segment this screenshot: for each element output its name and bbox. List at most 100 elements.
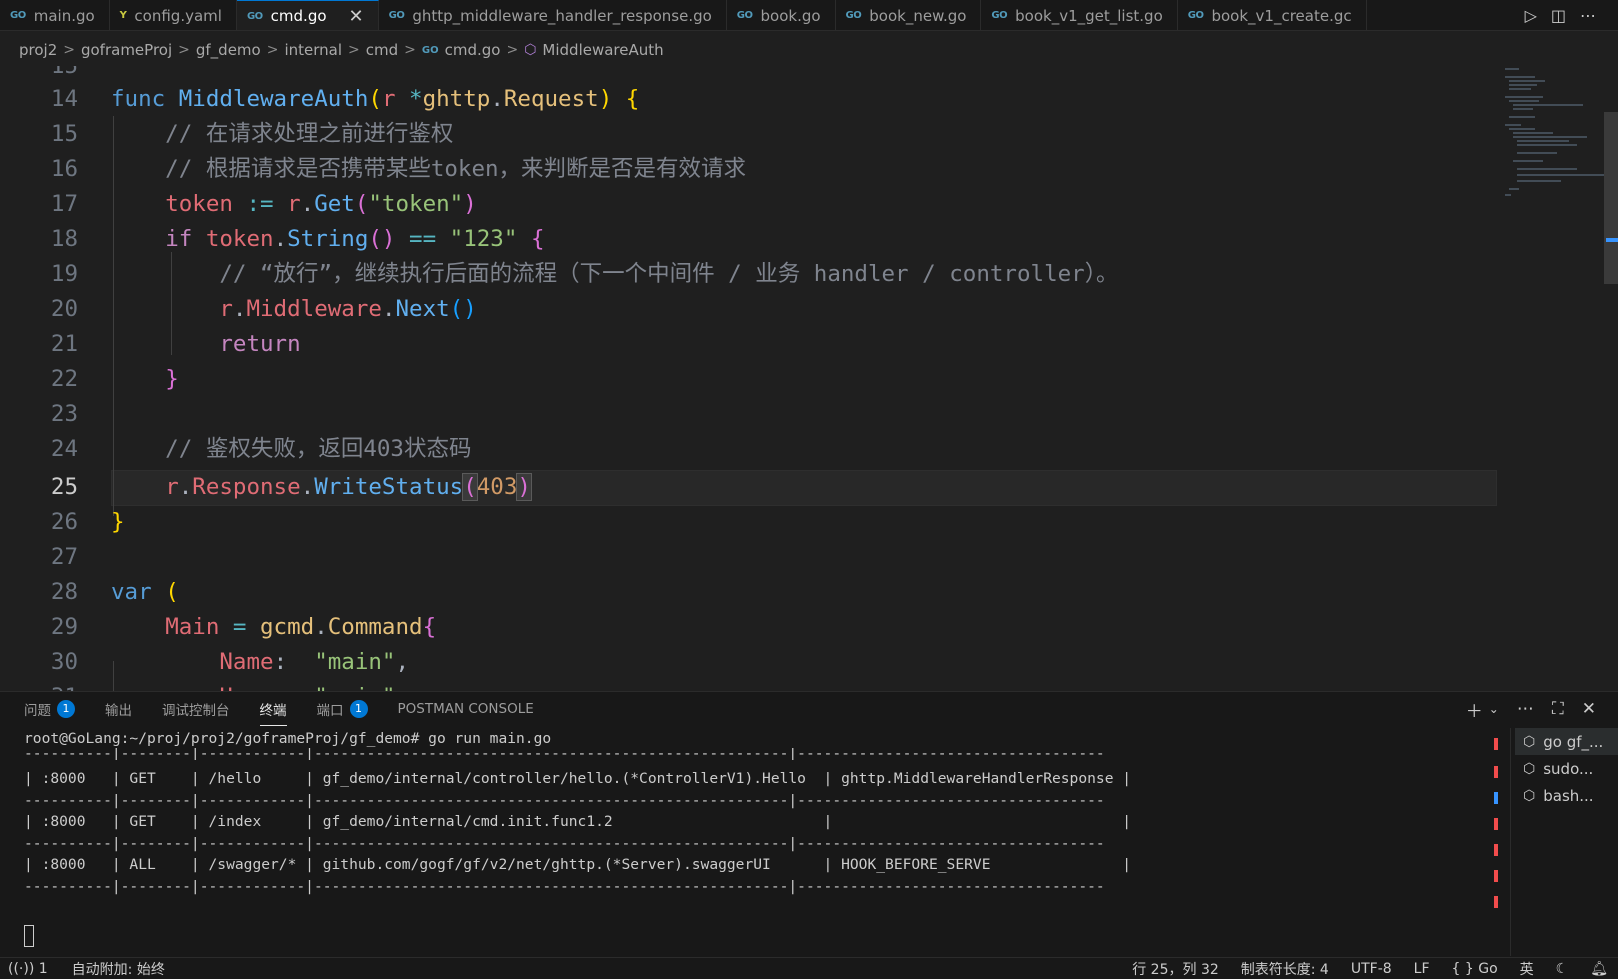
- line-number: 24: [50, 436, 78, 462]
- terminal-line: | :8000 | ALL | /swagger/* | github.com/…: [24, 856, 1132, 873]
- run-icon[interactable]: ▷: [1525, 6, 1537, 25]
- terminal-item-go[interactable]: ⬡ go gf_...: [1515, 728, 1618, 755]
- line-number: 28: [50, 579, 78, 605]
- tab-main-go[interactable]: GO main.go: [0, 0, 110, 30]
- tab-size[interactable]: 制表符长度: 4: [1241, 959, 1329, 979]
- encoding[interactable]: UTF-8: [1351, 961, 1392, 977]
- terminal-decoration: [1494, 766, 1498, 778]
- terminal-item-bash[interactable]: ⬡ bash...: [1515, 782, 1618, 809]
- input-method[interactable]: 英: [1520, 959, 1534, 979]
- status-bar: ((·)) 1 自动附加: 始终 行 25，列 32 制表符长度: 4 UTF-…: [0, 957, 1618, 979]
- breadcrumb-cmd-go[interactable]: cmd.go: [445, 41, 501, 59]
- breadcrumb-goframeproj[interactable]: goframeProj: [81, 41, 172, 59]
- ports-status[interactable]: ((·)) 1: [8, 961, 48, 977]
- more-icon[interactable]: ⋯: [1517, 699, 1534, 719]
- code-line: 29 Main = gcmd.Command{: [0, 610, 1500, 645]
- tab-cmd-go[interactable]: GO cmd.go ✕: [236, 0, 379, 30]
- terminal-cursor: [24, 925, 34, 947]
- breadcrumb-internal[interactable]: internal: [284, 41, 342, 59]
- terminal-line: ----------|--------|------------|-------…: [24, 878, 1105, 895]
- line-number: 19: [50, 261, 78, 287]
- chevron-right-icon: >: [348, 42, 360, 58]
- chevron-down-icon[interactable]: ⌄: [1489, 702, 1499, 716]
- terminal-line: | :8000 | GET | /hello | gf_demo/interna…: [24, 770, 1132, 787]
- panel-tabs: 问题 1 输出 调试控制台 终端 端口 1 POSTMAN CONSOLE: [0, 692, 564, 726]
- auto-attach-status[interactable]: 自动附加: 始终: [72, 959, 165, 979]
- tab-label: book_v1_get_list.go: [1015, 6, 1163, 25]
- tab-book-v1-create[interactable]: GO book_v1_create.gc: [1178, 0, 1367, 30]
- tab-label: book_v1_create.gc: [1211, 6, 1352, 25]
- split-editor-icon[interactable]: ◫: [1551, 6, 1566, 25]
- tab-book-go[interactable]: GO book.go: [727, 0, 836, 30]
- code-line: 15 // 在请求处理之前进行鉴权: [0, 117, 1500, 152]
- go-file-icon: GO: [10, 10, 26, 21]
- scrollbar-cursor-marker: [1606, 238, 1618, 242]
- maximize-panel-icon[interactable]: ⛶: [1552, 699, 1564, 719]
- code-line: 23: [0, 397, 1500, 432]
- breadcrumb-middlewareauth[interactable]: MiddlewareAuth: [542, 41, 663, 59]
- new-terminal-icon[interactable]: ＋: [1466, 697, 1483, 722]
- tab-book-new-go[interactable]: GO book_new.go: [836, 0, 982, 30]
- line-number: 29: [50, 614, 78, 640]
- line-ending[interactable]: LF: [1414, 961, 1430, 977]
- editor-scrollbar[interactable]: [1604, 112, 1618, 284]
- terminal-output[interactable]: root@GoLang:~/proj/proj2/goframeProj/gf_…: [24, 728, 1494, 956]
- code-line: 14 func MiddlewareAuth(r *ghttp.Request) …: [0, 82, 1500, 117]
- editor-actions: ▷ ◫ ⋯: [1468, 0, 1618, 30]
- terminal-item-sudo[interactable]: ⬡ sudo...: [1515, 755, 1618, 782]
- status-left: ((·)) 1 自动附加: 始终: [8, 958, 165, 979]
- terminal-line: root@GoLang:~/proj/proj2/goframeProj/gf_…: [24, 730, 552, 747]
- tab-label: 输出: [105, 703, 132, 719]
- code-line: 20 r.Middleware.Next(): [0, 292, 1500, 327]
- symbol-function-icon: ⬡: [524, 42, 537, 58]
- language-mode[interactable]: { } Go: [1452, 961, 1498, 977]
- tab-debug-console[interactable]: 调试控制台: [162, 692, 230, 726]
- chevron-right-icon: >: [178, 42, 190, 58]
- code-line: 24 // 鉴权失败，返回403状态码: [0, 432, 1500, 467]
- close-panel-icon[interactable]: ✕: [1582, 699, 1596, 719]
- terminal-item-label: go gf_...: [1543, 732, 1604, 751]
- tab-postman-console[interactable]: POSTMAN CONSOLE: [398, 692, 534, 726]
- chevron-right-icon: >: [506, 42, 519, 58]
- go-file-icon: GO: [736, 10, 753, 21]
- broadcast-icon: ((·)): [8, 961, 39, 977]
- tab-book-v1-get-list[interactable]: GO book_v1_get_list.go: [981, 0, 1178, 30]
- breadcrumb-cmd[interactable]: cmd: [366, 41, 398, 59]
- status-right: 行 25，列 32 制表符长度: 4 UTF-8 LF { } Go 英 ☾ 🔔…: [1132, 958, 1608, 979]
- line-number: 25: [50, 474, 78, 500]
- code-line: 18 if token.String() == "123" {: [0, 222, 1500, 257]
- cursor-position[interactable]: 行 25，列 32: [1132, 959, 1219, 979]
- line-number: 26: [50, 509, 78, 535]
- tab-ports[interactable]: 端口 1: [317, 692, 368, 726]
- terminal-decoration: [1494, 844, 1498, 856]
- tab-terminal[interactable]: 终端: [259, 692, 287, 726]
- chevron-right-icon: >: [404, 42, 416, 58]
- close-icon[interactable]: ✕: [349, 6, 364, 27]
- breadcrumb-gf-demo[interactable]: gf_demo: [196, 41, 261, 59]
- chevron-right-icon: >: [266, 42, 279, 58]
- minimap[interactable]: [1495, 66, 1607, 266]
- notification-icon[interactable]: 🔔︎: [1590, 961, 1608, 977]
- code-line: 19 // “放行”，继续执行后面的流程（下一个中间件 / 业务 handler…: [0, 257, 1500, 292]
- line-number: 20: [50, 296, 78, 322]
- tab-label: POSTMAN CONSOLE: [397, 701, 534, 717]
- tab-label: config.yaml: [134, 6, 222, 25]
- terminal-line: ----------|--------|------------|-------…: [24, 792, 1105, 809]
- chevron-right-icon: >: [63, 42, 75, 58]
- code-editor[interactable]: 15 14 func MiddlewareAuth(r *ghttp.Reques…: [0, 66, 1618, 691]
- go-file-icon: GO: [421, 44, 439, 56]
- breadcrumb-proj2[interactable]: proj2: [19, 41, 57, 59]
- more-actions-icon[interactable]: ⋯: [1580, 6, 1596, 25]
- line-number: 21: [50, 331, 78, 357]
- code-line-current: 25 r.Response.WriteStatus(403): [0, 470, 1500, 505]
- terminal-list-divider: [1510, 728, 1511, 956]
- code-line: 22 }: [0, 362, 1500, 397]
- tab-ghttp-middleware[interactable]: GO ghttp_middleware_handler_response.go: [379, 0, 727, 30]
- tab-problems[interactable]: 问题 1: [24, 692, 75, 726]
- moon-icon[interactable]: ☾: [1556, 961, 1569, 977]
- terminal-decoration: [1494, 792, 1498, 804]
- code-line: 30 Name: "main",: [0, 645, 1500, 680]
- code-line: 16 // 根据请求是否携带某些token，来判断是否是有效请求: [0, 152, 1500, 187]
- tab-output[interactable]: 输出: [105, 692, 132, 726]
- tab-config-yaml[interactable]: Yconfig.yaml: [110, 0, 237, 30]
